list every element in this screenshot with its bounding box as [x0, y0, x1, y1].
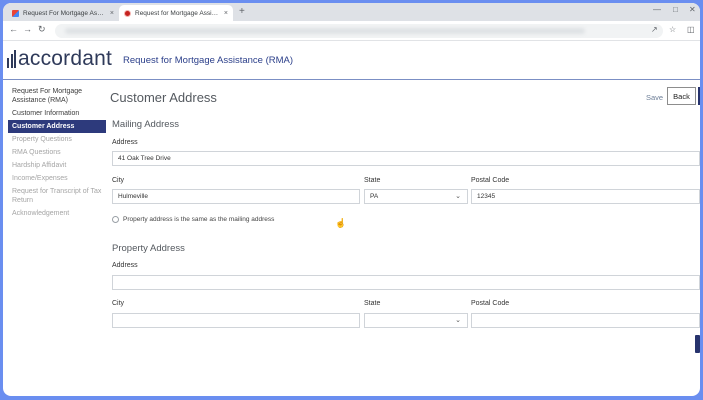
mailing-state-label: State: [364, 177, 381, 184]
mailing-address-label: Address: [112, 139, 138, 146]
bookmark-star-icon[interactable]: ☆: [669, 25, 676, 34]
logo-text: accordant: [18, 47, 113, 70]
mailing-address-input[interactable]: 41 Oak Tree Drive: [112, 151, 700, 166]
tab-gmail[interactable]: Request For Mortgage Assistanc ×: [7, 5, 119, 21]
sidebar-item-property-questions: Property Questions: [12, 136, 72, 143]
side-panel-icon[interactable]: ◫: [687, 25, 695, 34]
property-postal-label: Postal Code: [471, 300, 510, 307]
sidebar-item-rma[interactable]: Request For Mortgage Assistance (RMA): [8, 85, 106, 107]
gmail-icon: [12, 9, 19, 17]
chevron-down-icon: ⌄: [455, 317, 461, 324]
mailing-city-value: Hulmeville: [118, 193, 148, 200]
tab-rma[interactable]: Request for Mortgage Assistanc ×: [119, 5, 233, 21]
same-as-mailing-checkbox[interactable]: [112, 216, 119, 223]
mailing-city-label: City: [112, 177, 125, 184]
property-address-label: Address: [112, 262, 138, 269]
back-button[interactable]: Back: [667, 87, 696, 105]
logo-bars-icon: [7, 50, 16, 68]
forward-arrow-icon[interactable]: →: [23, 24, 32, 34]
sidebar-item-tax-transcript: Request for Transcript of Tax Return: [12, 188, 102, 204]
browser-toolbar: ← → ↻ ↗ ☆ ◫: [3, 21, 700, 41]
sidebar-item-income-expenses: Income/Expenses: [12, 175, 68, 182]
tab-title: Request for Mortgage Assistanc: [135, 9, 220, 17]
app-header: accordant Request for Mortgage Assistanc…: [3, 41, 700, 80]
tab-bar: Request For Mortgage Assistanc × Request…: [3, 3, 700, 21]
close-tab-icon[interactable]: ×: [110, 10, 114, 17]
share-icon[interactable]: ↗: [651, 25, 658, 34]
tab-title: Request For Mortgage Assistanc: [23, 9, 106, 17]
new-tab-button[interactable]: +: [239, 6, 245, 17]
mailing-postal-input[interactable]: 12345: [471, 189, 700, 204]
back-arrow-icon[interactable]: ←: [9, 24, 18, 34]
next-button-edge[interactable]: [698, 87, 700, 105]
page-title: Customer Address: [110, 90, 217, 105]
property-city-label: City: [112, 300, 125, 307]
browser-window: Request For Mortgage Assistanc × Request…: [3, 3, 700, 396]
accordant-favicon: [124, 9, 131, 17]
reload-icon[interactable]: ↻: [38, 24, 46, 35]
mailing-address-heading: Mailing Address: [112, 119, 180, 130]
mailing-state-select[interactable]: PA ⌄: [364, 189, 468, 204]
chevron-down-icon: ⌄: [455, 193, 461, 200]
minimize-icon[interactable]: —: [653, 5, 661, 14]
address-bar[interactable]: [55, 24, 663, 38]
close-window-icon[interactable]: ✕: [689, 5, 696, 14]
maximize-icon[interactable]: □: [673, 5, 678, 14]
sidebar-item-rma-questions: RMA Questions: [12, 149, 61, 156]
sidebar-item-customer-information[interactable]: Customer Information: [8, 107, 106, 120]
sidebar-item-hardship-affidavit: Hardship Affidavit: [12, 162, 67, 169]
same-as-mailing-row: Property address is the same as the mail…: [112, 216, 274, 223]
property-address-heading: Property Address: [112, 243, 185, 254]
close-tab-icon[interactable]: ×: [224, 10, 228, 17]
blurred-url: [65, 28, 585, 34]
sidebar-nav: Request For Mortgage Assistance (RMA) Cu…: [8, 85, 106, 220]
property-address-input[interactable]: [112, 275, 700, 290]
same-as-mailing-label[interactable]: Property address is the same as the mail…: [123, 216, 274, 223]
sidebar-item-customer-address[interactable]: Customer Address: [8, 120, 106, 133]
mailing-state-value: PA: [370, 193, 379, 200]
property-state-label: State: [364, 300, 381, 307]
accordant-logo: accordant: [7, 47, 112, 71]
property-city-input[interactable]: [112, 313, 360, 328]
save-button[interactable]: Save: [646, 93, 663, 102]
hand-cursor-icon: ☝: [335, 218, 347, 228]
mailing-city-input[interactable]: Hulmeville: [112, 189, 360, 204]
mailing-address-value: 41 Oak Tree Drive: [118, 155, 171, 162]
sidebar-item-acknowledgement: Acknowledgement: [12, 210, 70, 217]
mailing-postal-value: 12345: [477, 193, 496, 200]
property-state-select[interactable]: ⌄: [364, 313, 468, 328]
app-title: Request for Mortgage Assistance (RMA): [123, 55, 294, 66]
property-postal-input[interactable]: [471, 313, 700, 328]
mailing-postal-label: Postal Code: [471, 177, 510, 184]
floating-side-tab[interactable]: [695, 335, 700, 353]
